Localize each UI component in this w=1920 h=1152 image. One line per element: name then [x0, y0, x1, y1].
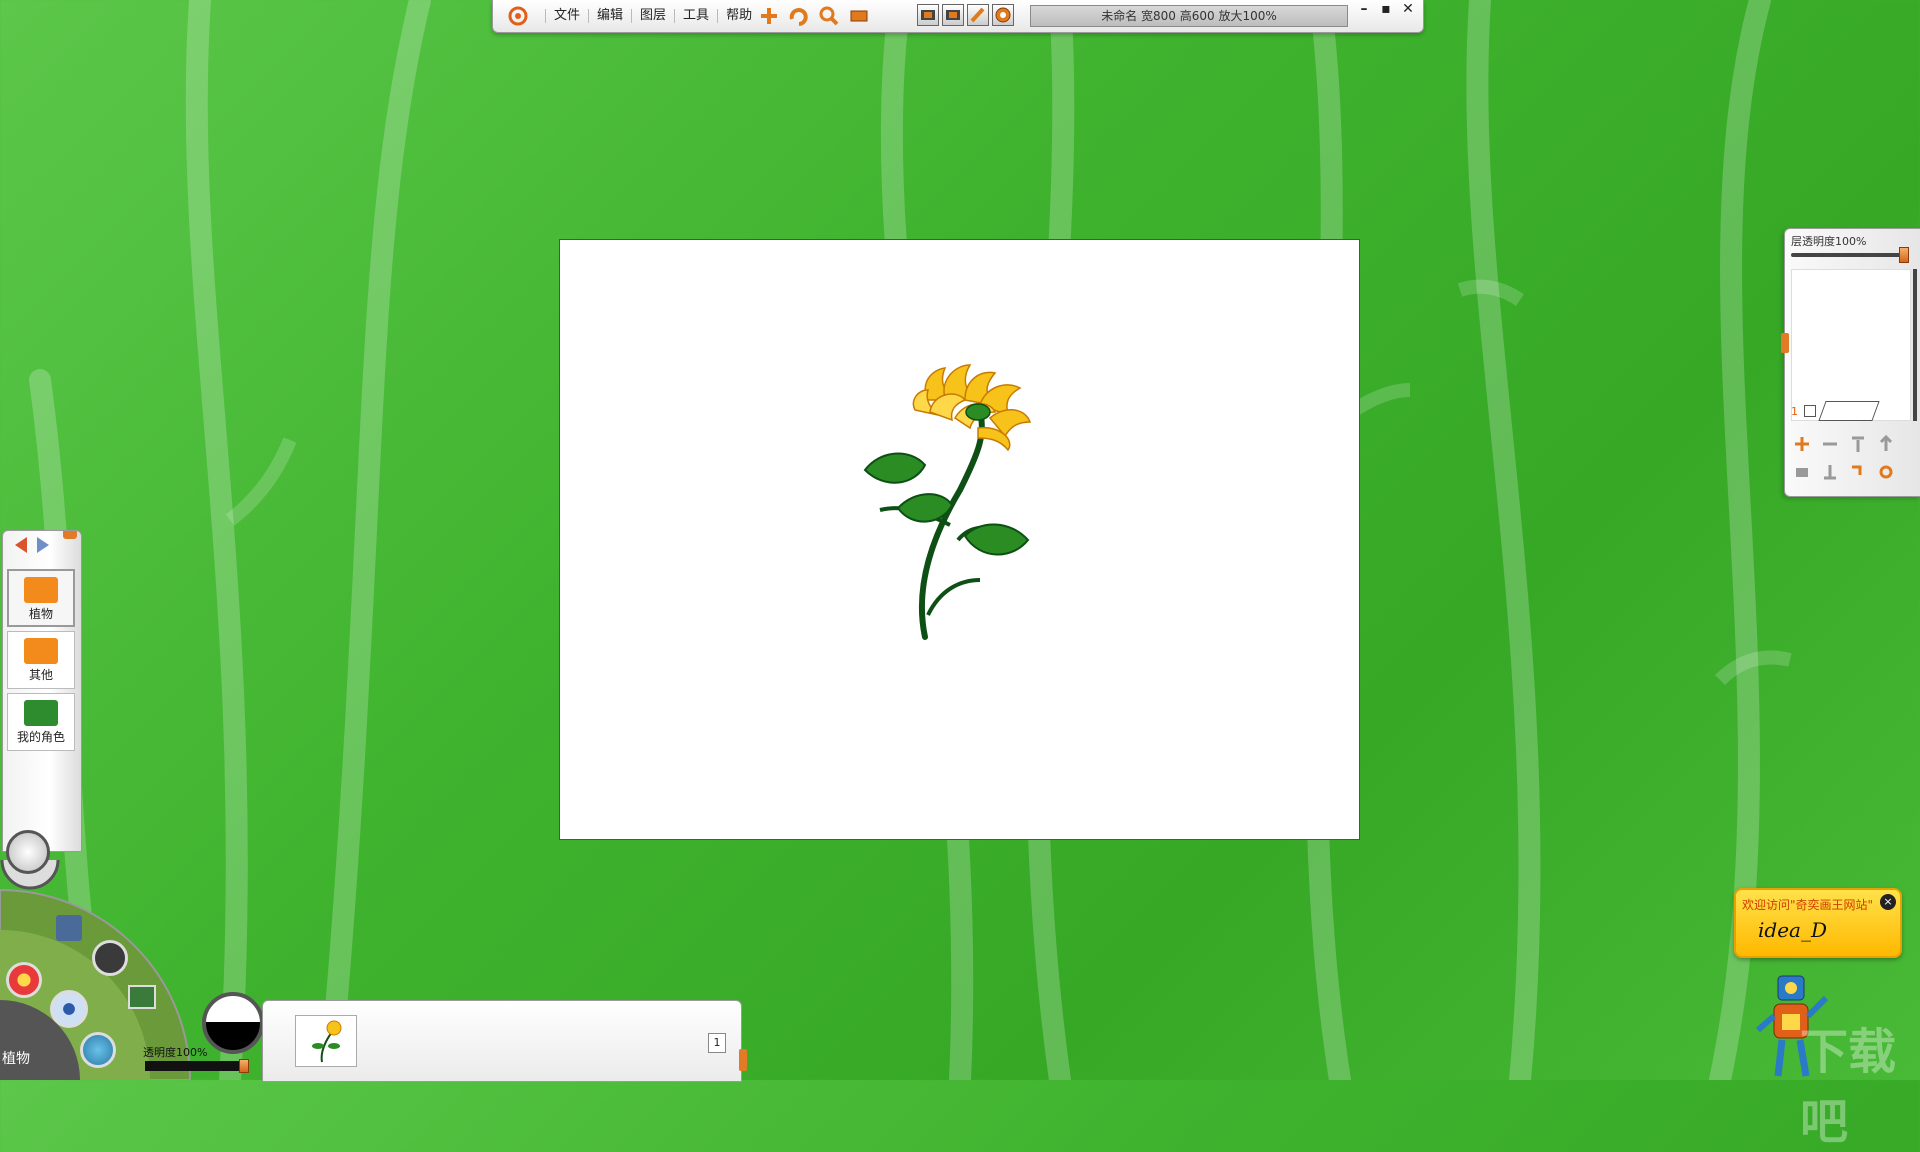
film-edit-icon[interactable]: [942, 4, 964, 26]
watermark: 下载吧: [1800, 1024, 1897, 1150]
document-status: 未命名 宽800 高600 放大100%: [1030, 5, 1348, 27]
close-icon[interactable]: ✕: [1401, 1, 1415, 17]
library-panel: 植物 其他 我的角色: [2, 530, 82, 852]
category-label: 植物: [2, 1051, 30, 1067]
merge-layer-icon[interactable]: [1849, 463, 1867, 481]
camera-icon[interactable]: [92, 940, 128, 976]
menu-bar: 文件 编辑 图层 工具 帮助: [545, 0, 760, 32]
library-nav: [15, 537, 49, 553]
layer-list: [1791, 269, 1911, 421]
layer-number: 1: [1791, 404, 1798, 418]
video-camera-icon[interactable]: [56, 915, 82, 941]
opacity-knob[interactable]: [239, 1059, 249, 1073]
app-logo-icon[interactable]: [507, 5, 529, 27]
copy-layer-icon[interactable]: [1793, 463, 1811, 481]
layer-row[interactable]: 1: [1791, 401, 1880, 421]
ad-logo: idea_D: [1758, 918, 1827, 942]
flower-drawing[interactable]: [560, 240, 1361, 841]
maximize-icon[interactable]: ▪: [1379, 1, 1393, 17]
record-icon[interactable]: [992, 4, 1014, 26]
drawing-canvas[interactable]: [559, 239, 1360, 840]
folder-icon: [24, 577, 58, 603]
library-item-label: 植物: [28, 607, 53, 621]
layer-opacity-knob[interactable]: [1899, 247, 1909, 263]
prev-arrow-icon[interactable]: [15, 537, 27, 553]
frame-icon[interactable]: [848, 5, 870, 27]
library-item-plants[interactable]: 植物: [7, 569, 75, 627]
layer-panel-collapse-tab[interactable]: [1781, 333, 1789, 353]
library-item-other[interactable]: 其他: [7, 631, 75, 689]
link-layer-icon[interactable]: [1877, 463, 1895, 481]
menu-help[interactable]: 帮助: [717, 9, 760, 23]
flower-stamp-icon[interactable]: [6, 962, 42, 998]
scene-strip: 1: [262, 1000, 747, 1082]
tool-group: [758, 5, 870, 27]
folder-icon: [24, 638, 58, 664]
library-item-my-characters[interactable]: 我的角色: [7, 693, 75, 751]
layer-panel: 层透明度100% 1: [1781, 228, 1920, 497]
move-layer-up-icon[interactable]: [1877, 434, 1895, 453]
close-icon[interactable]: ×: [1880, 894, 1896, 910]
film-icon[interactable]: [917, 4, 939, 26]
layer-list-scrollbar[interactable]: [1913, 269, 1917, 421]
color-picker[interactable]: [202, 992, 264, 1054]
tool-group-2: [917, 4, 1014, 26]
next-arrow-icon[interactable]: [37, 537, 49, 553]
scene-thumbnail[interactable]: [295, 1015, 357, 1067]
rotate-icon[interactable]: [788, 5, 810, 27]
add-layer-icon[interactable]: [1793, 435, 1811, 453]
page-number[interactable]: 1: [708, 1033, 726, 1053]
visibility-icon[interactable]: [1804, 405, 1816, 417]
menu-file[interactable]: 文件: [545, 9, 588, 23]
library-item-label: 其他: [28, 668, 53, 682]
menu-tools[interactable]: 工具: [674, 9, 717, 23]
library-collapse-tab[interactable]: [63, 531, 77, 539]
gallery-icon[interactable]: [128, 985, 156, 1009]
download-folder-icon: [24, 700, 58, 726]
move-layer-top-icon[interactable]: [1849, 435, 1867, 453]
menu-layer[interactable]: 图层: [631, 9, 674, 23]
opacity-label: 透明度100%: [143, 1046, 208, 1059]
play-button[interactable]: [6, 830, 50, 874]
zoom-icon[interactable]: [818, 5, 840, 27]
layer-actions: [1793, 434, 1905, 481]
main-toolbar: 文件 编辑 图层 工具 帮助 未命名 宽800 高600 放大100% – ▪ …: [492, 0, 1424, 33]
window-controls: – ▪ ✕: [1357, 1, 1415, 17]
landscape-icon[interactable]: [80, 1032, 116, 1068]
layer-opacity-slider[interactable]: [1791, 247, 1909, 263]
add-icon[interactable]: [758, 5, 780, 27]
minimize-icon[interactable]: –: [1357, 1, 1371, 17]
menu-edit[interactable]: 编辑: [588, 9, 631, 23]
opacity-slider[interactable]: [145, 1059, 249, 1073]
strip-collapse-tab[interactable]: [739, 1049, 747, 1071]
layer-opacity-label: 层透明度100%: [1791, 235, 1867, 248]
layer-thumbnail[interactable]: [1818, 401, 1880, 421]
move-layer-bottom-icon[interactable]: [1821, 463, 1839, 481]
eye-icon[interactable]: [50, 990, 88, 1028]
ad-text: 欢迎访问"奇奕画王网站": [1742, 898, 1874, 912]
delete-layer-icon[interactable]: [1821, 435, 1839, 453]
website-ad-banner[interactable]: 欢迎访问"奇奕画王网站" idea_D ×: [1734, 888, 1902, 958]
library-item-label: 我的角色: [16, 730, 65, 744]
pen-icon[interactable]: [967, 4, 989, 26]
